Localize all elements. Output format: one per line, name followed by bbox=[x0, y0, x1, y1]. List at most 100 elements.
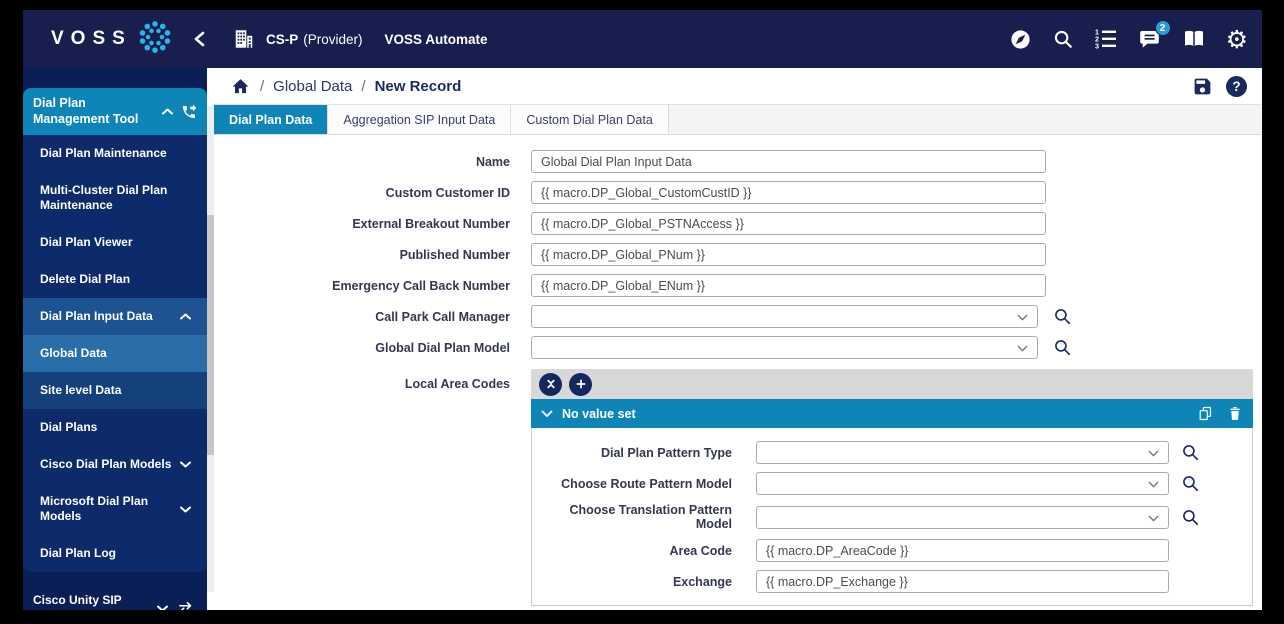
panel-title: Dial Plan Management Tool bbox=[33, 96, 154, 127]
published-number-field[interactable] bbox=[531, 243, 1046, 266]
main-content: / Global Data / New Record ? Dial Plan D… bbox=[214, 68, 1262, 610]
breadcrumb-separator: / bbox=[260, 78, 264, 95]
chevron-down-icon bbox=[1017, 345, 1028, 352]
sidebar-item-dial-plan-viewer[interactable]: Dial Plan Viewer bbox=[23, 224, 207, 261]
local-area-codes-group: No value set bbox=[531, 369, 1253, 606]
emergency-call-back-number-field[interactable] bbox=[531, 274, 1046, 297]
collapse-all-button[interactable] bbox=[539, 373, 562, 396]
delete-item-icon[interactable] bbox=[1227, 405, 1243, 422]
area-code-field[interactable] bbox=[756, 539, 1169, 562]
swap-icon bbox=[178, 601, 193, 611]
global-dial-plan-model-select[interactable] bbox=[531, 336, 1038, 359]
chevron-down-icon bbox=[1017, 314, 1028, 321]
external-breakout-number-field[interactable] bbox=[531, 212, 1046, 235]
phone-forwarded-icon bbox=[181, 104, 197, 120]
org-selector[interactable]: CS-P (Provider) bbox=[266, 32, 363, 47]
local-area-codes-toolbar bbox=[531, 369, 1253, 399]
name-label: Name bbox=[214, 155, 510, 169]
sidebar-item-dial-plan-maintenance[interactable]: Dial Plan Maintenance bbox=[23, 135, 207, 172]
name-field[interactable] bbox=[531, 150, 1046, 173]
item-header-title: No value set bbox=[562, 407, 636, 421]
chevron-up-icon bbox=[162, 108, 173, 115]
org-type: (Provider) bbox=[303, 32, 362, 47]
app-window: VOSS bbox=[23, 10, 1262, 610]
exchange-field[interactable] bbox=[756, 570, 1169, 593]
dial-plan-tool-panel: Dial Plan Management Tool Dial Plan Main… bbox=[23, 88, 207, 572]
local-area-codes-label: Local Area Codes bbox=[214, 369, 510, 606]
chevron-down-icon bbox=[541, 410, 553, 418]
breadcrumb-item-global-data[interactable]: Global Data bbox=[273, 78, 352, 95]
record-form: Name Custom Customer ID External Breakou… bbox=[214, 135, 1262, 606]
sidebar-item-dial-plans[interactable]: Dial Plans bbox=[23, 409, 207, 446]
choose-route-pattern-model-label: Choose Route Pattern Model bbox=[532, 477, 732, 491]
area-code-label: Area Code bbox=[532, 544, 732, 558]
sidebar-item-microsoft-dial-plan-models[interactable]: Microsoft Dial Plan Models bbox=[23, 483, 207, 535]
chevron-down-icon bbox=[180, 506, 191, 513]
sidebar-item-multi-cluster-dial-plan-maintenance[interactable]: Multi-Cluster Dial Plan Maintenance bbox=[23, 172, 207, 224]
tab-bar: Dial Plan Data Aggregation SIP Input Dat… bbox=[214, 105, 1262, 135]
call-park-call-manager-select[interactable] bbox=[531, 305, 1038, 328]
organization-icon bbox=[233, 28, 255, 50]
tab-aggregation-sip-input-data[interactable]: Aggregation SIP Input Data bbox=[328, 105, 511, 134]
add-item-button[interactable] bbox=[569, 373, 592, 396]
search-lookup-icon[interactable] bbox=[1053, 338, 1072, 357]
voss-logo-text: VOSS bbox=[51, 28, 132, 50]
choose-route-pattern-model-select[interactable] bbox=[756, 472, 1169, 495]
save-button[interactable] bbox=[1192, 76, 1213, 97]
sidebar-scrollbar bbox=[207, 68, 214, 610]
compass-icon[interactable] bbox=[1009, 28, 1032, 51]
search-lookup-icon[interactable] bbox=[1181, 443, 1200, 462]
topbar-actions: 1 2 3 2 ⚙ bbox=[1009, 27, 1262, 52]
breadcrumb-separator: / bbox=[361, 78, 365, 95]
chevron-down-icon bbox=[1148, 515, 1159, 522]
choose-translation-pattern-model-label: Choose Translation Pattern Model bbox=[532, 503, 732, 531]
chevron-down-icon bbox=[157, 605, 168, 611]
sidebar-item-site-level-data[interactable]: Site level Data bbox=[23, 372, 207, 409]
logo-area: VOSS bbox=[23, 16, 207, 63]
emergency-call-back-number-label: Emergency Call Back Number bbox=[214, 279, 510, 293]
app-title: VOSS Automate bbox=[385, 32, 488, 47]
chevron-down-icon bbox=[1148, 450, 1159, 457]
local-area-codes-item-header[interactable]: No value set bbox=[531, 399, 1253, 428]
exchange-label: Exchange bbox=[532, 575, 732, 589]
breadcrumb-item-new-record: New Record bbox=[375, 78, 462, 95]
search-lookup-icon[interactable] bbox=[1181, 474, 1200, 493]
chevron-down-icon bbox=[180, 461, 191, 468]
sidebar: Dial Plan Management Tool Dial Plan Main… bbox=[23, 68, 207, 610]
chevron-up-icon bbox=[180, 313, 191, 320]
sidebar-item-dial-plan-input-data[interactable]: Dial Plan Input Data bbox=[23, 298, 207, 335]
sidebar-item-dial-plan-management-tool[interactable]: Dial Plan Management Tool bbox=[23, 88, 207, 135]
org-name: CS-P bbox=[266, 32, 298, 47]
chevron-down-icon bbox=[1148, 481, 1159, 488]
settings-icon[interactable]: ⚙ bbox=[1226, 27, 1248, 52]
breadcrumb: / Global Data / New Record ? bbox=[214, 68, 1262, 105]
sidebar-item-delete-dial-plan[interactable]: Delete Dial Plan bbox=[23, 261, 207, 298]
tab-dial-plan-data[interactable]: Dial Plan Data bbox=[214, 105, 328, 134]
messages-icon[interactable]: 2 bbox=[1138, 27, 1162, 51]
sidebar-item-dial-plan-log[interactable]: Dial Plan Log bbox=[23, 535, 207, 572]
notification-badge: 2 bbox=[1155, 20, 1171, 36]
scrollbar-thumb[interactable] bbox=[207, 215, 214, 455]
call-park-call-manager-label: Call Park Call Manager bbox=[214, 310, 510, 324]
sidebar-item-cisco-dial-plan-models[interactable]: Cisco Dial Plan Models bbox=[23, 446, 207, 483]
global-dial-plan-model-label: Global Dial Plan Model bbox=[214, 341, 510, 355]
knowledge-base-icon[interactable] bbox=[1182, 27, 1206, 51]
search-lookup-icon[interactable] bbox=[1053, 307, 1072, 326]
custom-customer-id-label: Custom Customer ID bbox=[214, 186, 510, 200]
sidebar-item-global-data[interactable]: Global Data bbox=[23, 335, 207, 372]
tab-custom-dial-plan-data[interactable]: Custom Dial Plan Data bbox=[511, 105, 668, 134]
help-button[interactable]: ? bbox=[1226, 76, 1247, 97]
local-area-codes-item-body: Dial Plan Pattern Type bbox=[531, 428, 1253, 606]
dial-plan-pattern-type-label: Dial Plan Pattern Type bbox=[532, 446, 732, 460]
sidebar-collapse-icon[interactable] bbox=[194, 31, 205, 47]
search-lookup-icon[interactable] bbox=[1181, 508, 1200, 527]
choose-translation-pattern-model-select[interactable] bbox=[756, 506, 1169, 529]
duplicate-item-icon[interactable] bbox=[1197, 405, 1214, 422]
dial-plan-pattern-type-select[interactable] bbox=[756, 441, 1169, 464]
sidebar-item-cisco-unity-sip-integration[interactable]: Cisco Unity SIP Integration bbox=[23, 582, 207, 610]
ordered-list-icon[interactable]: 1 2 3 bbox=[1094, 27, 1118, 51]
search-icon[interactable] bbox=[1052, 28, 1074, 50]
custom-customer-id-field[interactable] bbox=[531, 181, 1046, 204]
home-icon[interactable] bbox=[230, 76, 251, 97]
context-breadcrumb: CS-P (Provider) VOSS Automate bbox=[233, 28, 488, 50]
